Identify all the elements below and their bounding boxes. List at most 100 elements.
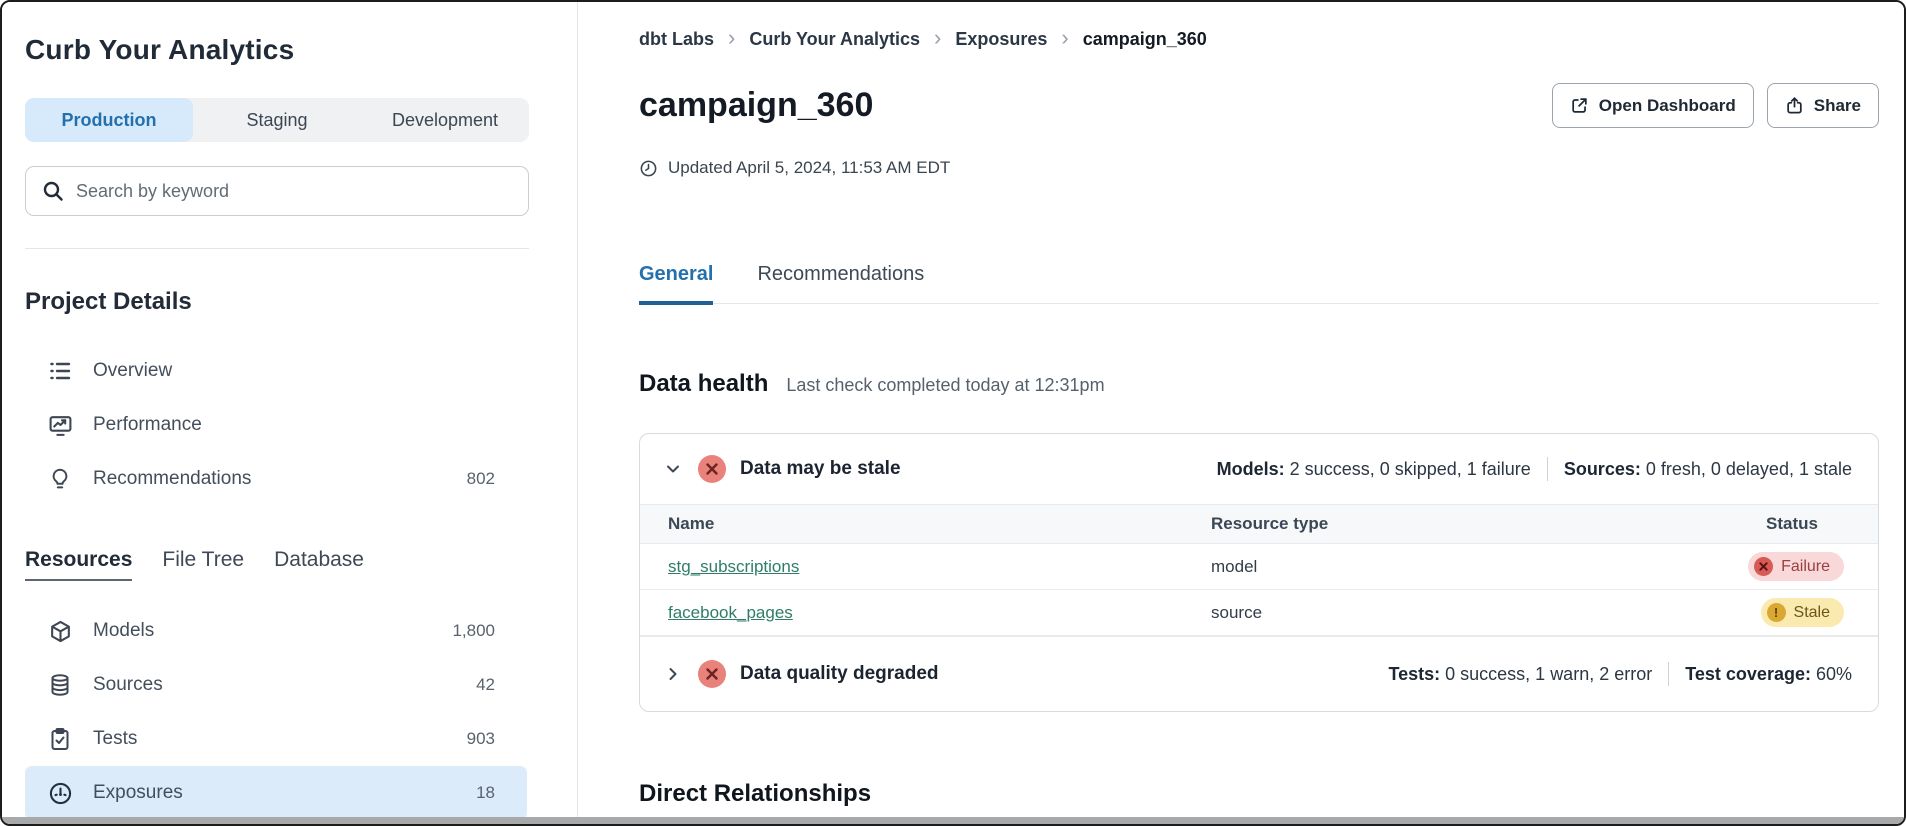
sidebar-item-exposures[interactable]: Exposures 18 — [25, 766, 527, 820]
horizontal-scrollbar[interactable] — [2, 817, 1904, 824]
quality-panel-header[interactable]: Data quality degraded Tests: 0 success, … — [640, 636, 1878, 711]
project-title: Curb Your Analytics — [25, 32, 577, 68]
sidebar-item-label: Performance — [93, 414, 202, 436]
sidebar-item-label: Exposures — [93, 782, 183, 804]
quality-panel-stats: Tests: 0 success, 1 warn, 2 error Test c… — [1388, 662, 1852, 686]
updated-timestamp: Updated April 5, 2024, 11:53 AM EDT — [639, 157, 1879, 179]
direct-relationships-heading: Direct Relationships — [639, 779, 1879, 809]
share-icon — [1785, 96, 1804, 115]
sidebar-item-sources[interactable]: Sources 42 — [25, 658, 527, 712]
resource-link[interactable]: stg_subscriptions — [668, 557, 799, 576]
column-resource-type: Resource type — [1211, 514, 1578, 534]
tests-stat: Tests: 0 success, 1 warn, 2 error — [1388, 664, 1652, 685]
chevron-right-icon: › — [934, 29, 941, 47]
item-count: 42 — [476, 675, 495, 695]
clock-icon — [639, 159, 658, 178]
data-health-header: Data health Last check completed today a… — [639, 369, 1879, 399]
sidebar-item-overview[interactable]: Overview — [25, 344, 527, 398]
tab-general[interactable]: General — [639, 261, 713, 305]
chevron-right-icon: › — [1061, 29, 1068, 47]
data-health-card: Data may be stale Models: 2 success, 0 s… — [639, 433, 1879, 712]
table-row: facebook_pages source ! Stale — [640, 590, 1878, 636]
page-title: campaign_360 — [639, 83, 873, 128]
sidebar-item-tests[interactable]: Tests 903 — [25, 712, 527, 766]
sidebar-item-label: Tests — [93, 728, 137, 750]
breadcrumb: dbt Labs › Curb Your Analytics › Exposur… — [639, 26, 1879, 52]
open-dashboard-button[interactable]: Open Dashboard — [1552, 83, 1754, 128]
item-count: 802 — [467, 469, 495, 489]
stale-panel-title: Data may be stale — [740, 458, 901, 480]
chevron-right-icon[interactable] — [658, 664, 688, 684]
page-header: campaign_360 Open Dashboard — [639, 83, 1879, 128]
alert-icon: ! — [1767, 603, 1786, 622]
chevron-down-icon[interactable] — [658, 459, 688, 479]
clipboard-check-icon — [47, 726, 73, 752]
last-check-text: Last check completed today at 12:31pm — [786, 375, 1104, 396]
sidebar-item-label: Recommendations — [93, 468, 251, 490]
column-name: Name — [640, 514, 1211, 534]
search-icon — [42, 180, 64, 202]
breadcrumb-project[interactable]: Curb Your Analytics — [749, 29, 920, 50]
table-header: Name Resource type Status — [640, 504, 1878, 544]
item-count: 1,800 — [452, 621, 495, 641]
gauge-icon — [47, 780, 73, 806]
resource-type: source — [1211, 603, 1578, 623]
sidebar: Curb Your Analytics Production Staging D… — [2, 2, 578, 824]
status-badge: ! Stale — [1761, 598, 1844, 627]
item-count: 903 — [467, 729, 495, 749]
data-health-title: Data health — [639, 369, 768, 399]
stat-separator — [1668, 662, 1669, 686]
sidebar-item-label: Sources — [93, 674, 163, 696]
breadcrumb-current: campaign_360 — [1083, 29, 1207, 50]
environment-switcher: Production Staging Development — [25, 98, 529, 142]
quality-panel-title: Data quality degraded — [740, 663, 939, 685]
sidebar-item-performance[interactable]: Performance — [25, 398, 527, 452]
database-icon — [47, 672, 73, 698]
breadcrumb-exposures[interactable]: Exposures — [955, 29, 1047, 50]
sidebar-divider — [25, 248, 529, 249]
env-tab-development[interactable]: Development — [361, 98, 529, 142]
tab-database[interactable]: Database — [274, 547, 364, 579]
lightbulb-icon — [47, 466, 73, 492]
tab-file-tree[interactable]: File Tree — [162, 547, 244, 579]
column-status: Status — [1766, 514, 1878, 534]
resource-view-tabs: Resources File Tree Database — [25, 547, 577, 581]
stale-panel-stats: Models: 2 success, 0 skipped, 1 failure … — [1217, 457, 1852, 481]
project-details-nav: Overview Performance — [25, 344, 527, 506]
stale-panel-header[interactable]: Data may be stale Models: 2 success, 0 s… — [640, 434, 1878, 504]
models-stat: Models: 2 success, 0 skipped, 1 failure — [1217, 459, 1531, 480]
error-status-icon — [698, 660, 726, 688]
list-icon — [47, 358, 73, 384]
resource-type: model — [1211, 557, 1578, 577]
chevron-right-icon: › — [728, 29, 735, 47]
app-window: Curb Your Analytics Production Staging D… — [0, 0, 1906, 826]
resources-nav: Models 1,800 Sources 42 — [25, 604, 527, 820]
resource-link[interactable]: facebook_pages — [668, 603, 793, 622]
detail-tabs: General Recommendations — [639, 261, 1879, 304]
error-status-icon — [698, 455, 726, 483]
sources-stat: Sources: 0 fresh, 0 delayed, 1 stale — [1564, 459, 1852, 480]
item-count: 18 — [476, 783, 495, 803]
search-box[interactable] — [25, 166, 529, 216]
sidebar-item-label: Models — [93, 620, 154, 642]
stat-separator — [1547, 457, 1548, 481]
external-link-icon — [1570, 96, 1589, 115]
coverage-stat: Test coverage: 60% — [1685, 664, 1852, 685]
status-badge: Failure — [1748, 552, 1844, 581]
page-actions: Open Dashboard Share — [1552, 83, 1879, 128]
breadcrumb-dbt-labs[interactable]: dbt Labs — [639, 29, 714, 50]
table-row: stg_subscriptions model Failure — [640, 544, 1878, 590]
tab-recommendations[interactable]: Recommendations — [757, 261, 924, 303]
main-content: dbt Labs › Curb Your Analytics › Exposur… — [579, 2, 1904, 824]
share-button[interactable]: Share — [1767, 83, 1879, 128]
sidebar-item-label: Overview — [93, 360, 172, 382]
search-input[interactable] — [76, 181, 512, 202]
project-details-heading: Project Details — [25, 287, 577, 317]
performance-icon — [47, 412, 73, 438]
sidebar-item-recommendations[interactable]: Recommendations 802 — [25, 452, 527, 506]
env-tab-staging[interactable]: Staging — [193, 98, 361, 142]
sidebar-item-models[interactable]: Models 1,800 — [25, 604, 527, 658]
cube-icon — [47, 618, 73, 644]
tab-resources[interactable]: Resources — [25, 547, 132, 581]
env-tab-production[interactable]: Production — [25, 98, 193, 142]
